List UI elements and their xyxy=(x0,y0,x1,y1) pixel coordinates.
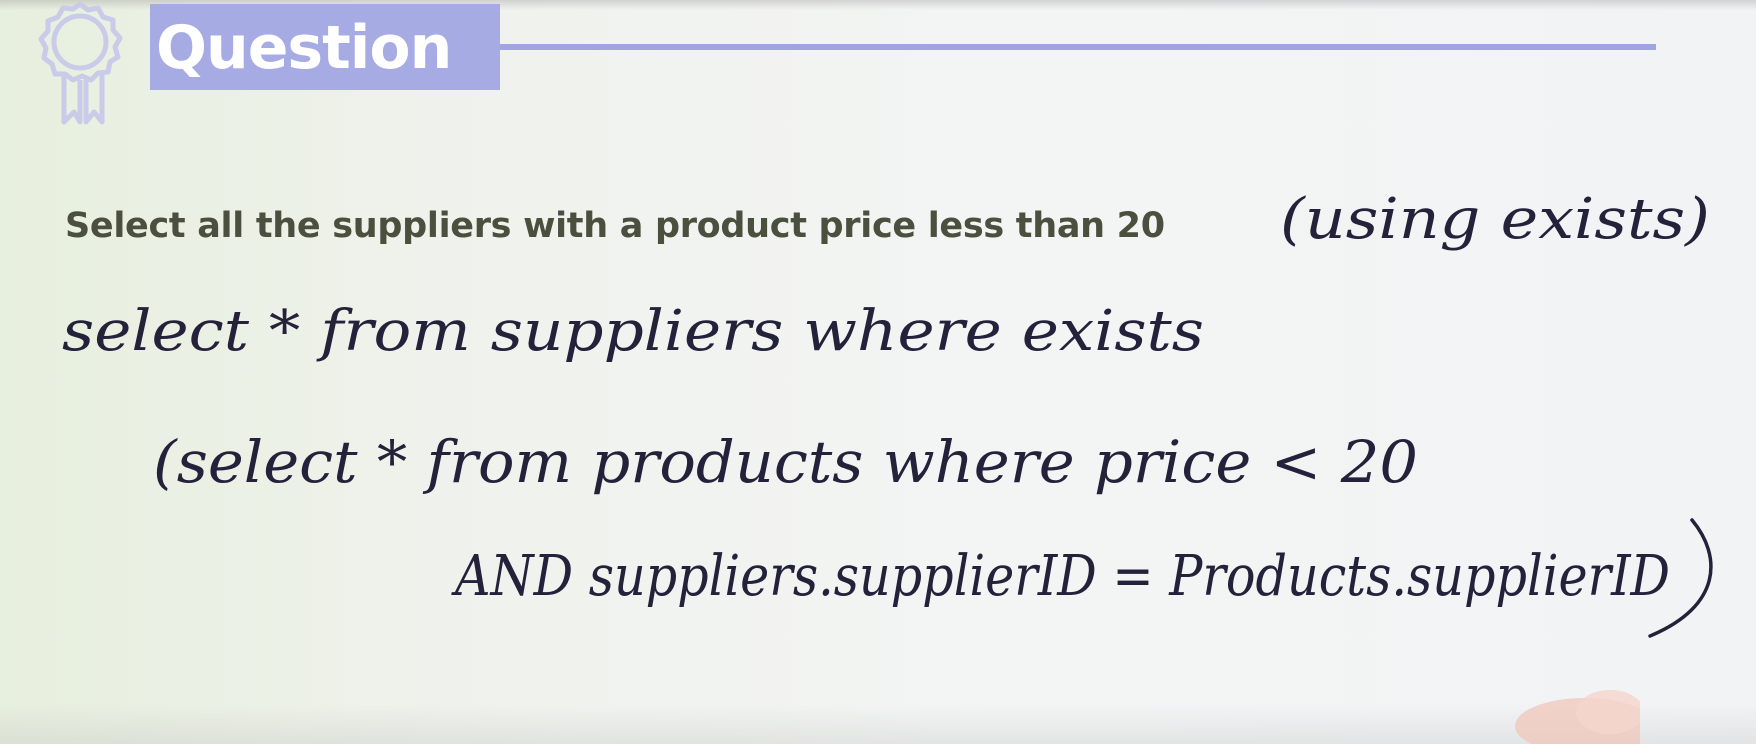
handwritten-line-1: select * from suppliers where exists xyxy=(62,299,1204,364)
handwritten-note: (using exists) xyxy=(1280,187,1710,252)
handwritten-line-2: (select * from products where price < 20 xyxy=(153,428,1418,496)
handwritten-line-3: AND suppliers.supplierID = Products.supp… xyxy=(451,544,1670,609)
handwriting-layer: (using exists) select * from suppliers w… xyxy=(62,187,1713,638)
bottom-shade xyxy=(0,704,1756,744)
hand-pointer-icon xyxy=(1515,690,1640,744)
